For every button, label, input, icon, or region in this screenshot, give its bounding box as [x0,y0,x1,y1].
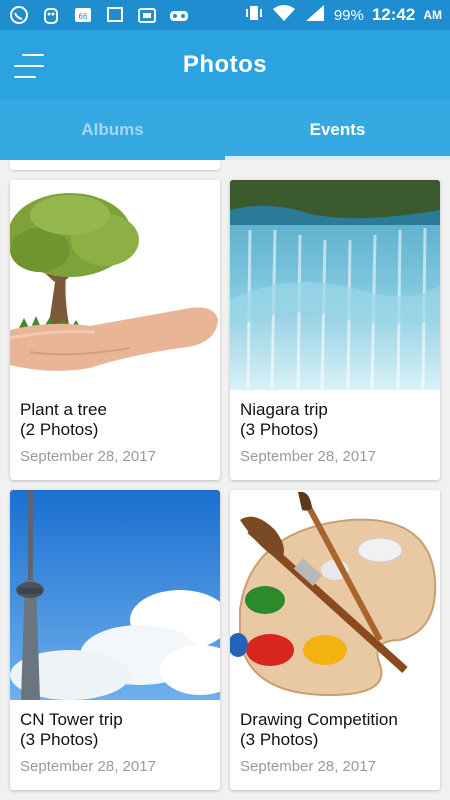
wifi-icon [272,4,296,26]
event-title: Plant a tree [20,400,107,419]
event-card[interactable]: Drawing Competition (3 Photos) September… [230,490,440,790]
tab-events[interactable]: Events [225,100,450,160]
event-photo-count: (3 Photos) [240,420,319,439]
status-bar: 66 99% 12:42 AM [0,0,450,30]
event-card[interactable]: CN Tower trip (3 Photos) September 28, 2… [10,490,220,790]
notification-66-icon: 66 [72,5,94,25]
event-photo-count: (3 Photos) [20,730,99,749]
system-status: 99% 12:42 AM [244,4,442,26]
event-photo-count: (3 Photos) [240,730,319,749]
event-thumbnail-cn-tower-trip [10,490,220,700]
app-bar: Photos [0,30,450,100]
owl-icon [40,5,62,25]
event-date: September 28, 2017 [240,758,376,775]
screen-icon [104,5,126,25]
event-date: September 28, 2017 [240,448,376,465]
page-title: Photos [182,51,268,78]
event-thumbnail-plant-a-tree [10,180,220,390]
tab-albums[interactable]: Albums [0,100,225,160]
signal-icon [304,4,326,26]
event-card[interactable]: Plant a tree (2 Photos) September 28, 20… [10,180,220,480]
event-title: Niagara trip [240,400,328,419]
tab-bar: Albums Events [0,100,450,160]
game-icon [168,5,190,25]
whatsapp-icon [8,5,30,25]
battery-level: 99% [333,6,364,24]
event-thumbnail-drawing-competition [230,490,440,700]
event-thumbnail-niagara-trip [230,180,440,390]
event-title: Drawing Competition [240,710,398,729]
clock-time: 12:42 [371,5,416,24]
event-title: CN Tower trip [20,710,123,729]
vibrate-icon [244,4,264,26]
event-photo-count: (2 Photos) [20,420,99,439]
event-date: September 28, 2017 [20,448,156,465]
previous-card-edge [10,160,220,170]
event-date: September 28, 2017 [20,758,156,775]
notification-icons: 66 [8,5,190,25]
clock-ampm: AM [423,8,442,22]
event-card[interactable]: Niagara trip (3 Photos) September 28, 20… [230,180,440,480]
svg-text:66: 66 [79,12,88,21]
events-grid[interactable]: Plant a tree (2 Photos) September 28, 20… [0,160,450,800]
tv-icon [136,5,158,25]
